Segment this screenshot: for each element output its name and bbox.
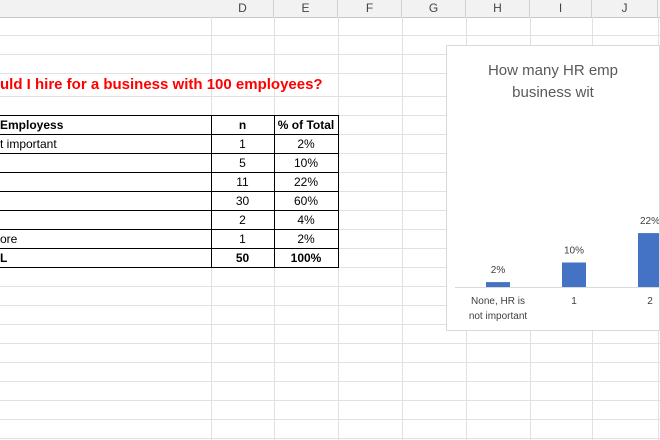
table-total-n[interactable]: 50 xyxy=(211,249,274,268)
table-border xyxy=(274,115,275,268)
embedded-bar-chart[interactable]: How many HR emp business wit 2% None, HR … xyxy=(446,45,660,331)
column-header-h[interactable]: H xyxy=(466,0,530,17)
chart-bar[interactable] xyxy=(638,233,660,287)
gridline xyxy=(0,35,660,36)
chart-bar[interactable] xyxy=(486,282,510,287)
table-cell-pct[interactable]: 2% xyxy=(274,230,338,249)
table-cell-n[interactable]: 11 xyxy=(211,173,274,192)
column-header-f[interactable]: F xyxy=(338,0,402,17)
sheet-title[interactable]: uld I hire for a business with 100 emplo… xyxy=(0,76,323,93)
column-header-g[interactable]: G xyxy=(402,0,466,17)
table-cell-pct[interactable]: 60% xyxy=(274,192,338,211)
table-cell-pct[interactable]: 10% xyxy=(274,154,338,173)
gridline xyxy=(0,400,660,401)
gridline xyxy=(0,438,660,439)
table-cell-pct[interactable]: 2% xyxy=(274,135,338,154)
table-cell-n[interactable]: 1 xyxy=(211,135,274,154)
spreadsheet-grid[interactable]: D E F G H I J uld I hire for a business … xyxy=(0,0,660,440)
table-border xyxy=(0,229,339,230)
gridline xyxy=(0,381,660,382)
table-row-label[interactable] xyxy=(0,154,211,173)
chart-bar[interactable] xyxy=(562,262,586,288)
table-row-label[interactable] xyxy=(0,211,211,230)
gridline xyxy=(0,419,660,420)
table-border xyxy=(0,115,339,116)
table-cell-pct[interactable]: 22% xyxy=(274,173,338,192)
column-header-i[interactable]: I xyxy=(530,0,592,17)
table-total-label[interactable]: L xyxy=(0,249,211,268)
table-header-pct[interactable]: % of Total xyxy=(274,116,338,135)
column-header-bar: D E F G H I J xyxy=(0,0,660,18)
table-border xyxy=(338,115,339,268)
gridline xyxy=(0,343,660,344)
table-cell-n[interactable]: 1 xyxy=(211,230,274,249)
table-row-label[interactable]: ore xyxy=(0,230,211,249)
category-tick-label: not important xyxy=(469,311,528,322)
table-row-label[interactable] xyxy=(0,192,211,211)
table-border xyxy=(0,134,339,135)
column-header-d[interactable]: D xyxy=(212,0,274,17)
table-border xyxy=(0,191,339,192)
data-label: 2% xyxy=(491,265,506,276)
chart-plot: 2% None, HR is not important 10% 1 22% 2 xyxy=(455,216,660,322)
table-border xyxy=(0,153,339,154)
category-tick-label: 2 xyxy=(647,296,653,307)
table-border xyxy=(0,210,339,211)
table-cell-n[interactable]: 5 xyxy=(211,154,274,173)
data-label: 22% xyxy=(640,216,660,227)
table-row-label[interactable] xyxy=(0,173,211,192)
column-header-e[interactable]: E xyxy=(274,0,338,17)
table-border xyxy=(0,248,339,249)
column-header-j[interactable]: J xyxy=(592,0,658,17)
table-cell-n[interactable]: 30 xyxy=(211,192,274,211)
category-tick-label: None, HR is xyxy=(471,296,525,307)
table-cell-pct[interactable]: 4% xyxy=(274,211,338,230)
table-total-pct[interactable]: 100% xyxy=(274,249,338,268)
table-border xyxy=(0,172,339,173)
table-row-label[interactable]: t important xyxy=(0,135,211,154)
table-header-label[interactable]: Employess xyxy=(0,116,211,135)
table-cell-n[interactable]: 2 xyxy=(211,211,274,230)
table-header-n[interactable]: n xyxy=(211,116,274,135)
data-label: 10% xyxy=(564,246,584,257)
category-tick-label: 1 xyxy=(571,296,577,307)
gridline xyxy=(0,362,660,363)
table-border xyxy=(211,115,212,268)
table-border xyxy=(0,267,339,268)
